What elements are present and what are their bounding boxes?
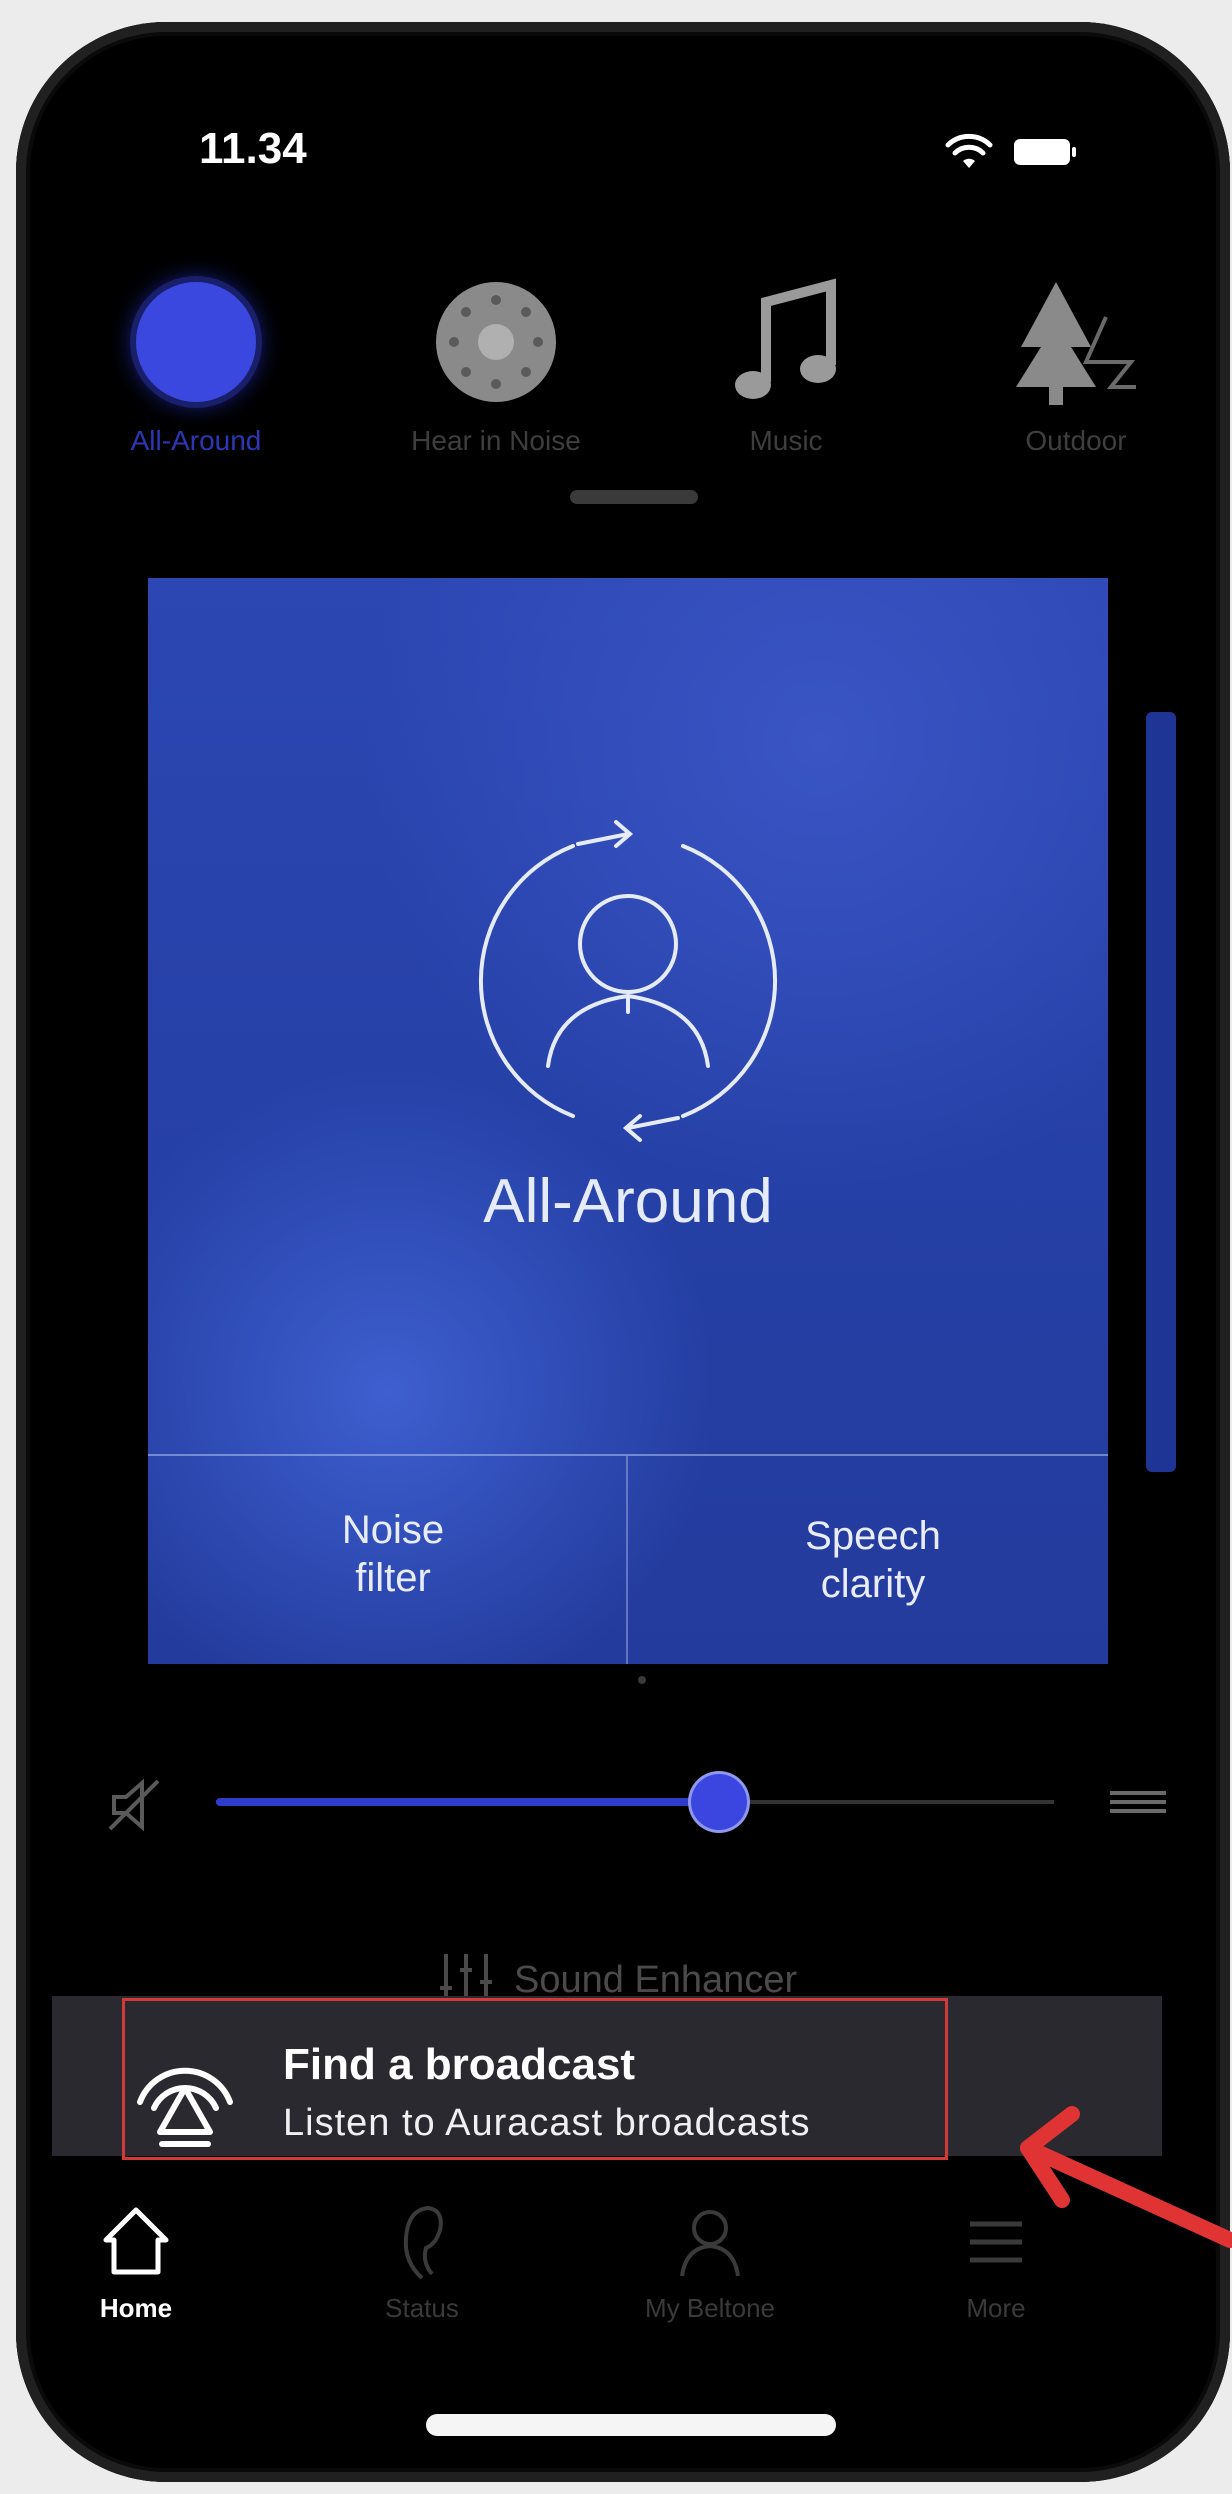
tab-my-beltone[interactable]: My Beltone xyxy=(610,2202,810,2324)
noise-filter-label: Noise xyxy=(341,1508,445,1552)
volume-slider[interactable] xyxy=(216,1774,1054,1830)
hearing-aid-icon xyxy=(403,2205,443,2280)
next-card-peek[interactable] xyxy=(1146,712,1176,1472)
page-indicator xyxy=(638,1676,646,1684)
program-label: Music xyxy=(749,425,823,456)
program-hear-in-noise[interactable]: Hear in Noise xyxy=(386,277,606,457)
program-card[interactable]: All-Around Noise filter Speech clarity xyxy=(148,578,1108,1664)
program-all-around[interactable]: All-Around xyxy=(86,277,306,457)
status-time: 11.34 xyxy=(199,124,307,173)
speech-clarity-label: Speech xyxy=(805,1514,941,1558)
tab-home[interactable]: Home xyxy=(36,2202,236,2324)
speech-clarity-label: clarity xyxy=(820,1562,926,1606)
drag-handle[interactable] xyxy=(570,490,698,504)
home-indicator[interactable] xyxy=(426,2414,836,2436)
noise-filter-button[interactable]: Noise filter xyxy=(243,1506,543,1602)
tree-icon xyxy=(1011,277,1141,407)
noise-filter-label: filter xyxy=(355,1556,431,1600)
program-label: Hear in Noise xyxy=(411,425,581,456)
volume-settings-icon[interactable] xyxy=(1110,1789,1166,1815)
all-around-person-icon xyxy=(478,820,778,1142)
card-divider xyxy=(626,1456,628,1664)
program-label: Outdoor xyxy=(1025,425,1127,456)
tab-label: Home xyxy=(99,2293,173,2323)
battery-icon xyxy=(1014,139,1076,165)
volume-control xyxy=(106,1767,1166,1837)
tab-label: My Beltone xyxy=(644,2293,776,2323)
program-music[interactable]: Music xyxy=(676,277,896,457)
person-icon xyxy=(680,2210,740,2277)
card-divider xyxy=(148,1454,1108,1456)
speech-clarity-button[interactable]: Speech clarity xyxy=(723,1512,1023,1608)
home-icon xyxy=(103,2207,169,2275)
program-outdoor[interactable]: Outdoor xyxy=(966,277,1186,457)
tab-label: Status xyxy=(385,2293,459,2323)
all-around-icon xyxy=(131,277,261,407)
wifi-icon xyxy=(945,133,993,168)
annotation-arrow-icon xyxy=(1020,2106,1232,2248)
volume-slider-fill xyxy=(216,1798,719,1806)
music-note-icon xyxy=(721,277,851,407)
volume-slider-knob[interactable] xyxy=(690,1774,747,1830)
tab-label: More xyxy=(966,2293,1026,2323)
program-selector: All-Around Hear in Noise Music Outdoor xyxy=(86,277,1166,477)
program-label: All-Around xyxy=(130,425,262,456)
status-icons xyxy=(944,132,1076,172)
hear-in-noise-icon xyxy=(431,277,561,407)
mute-icon[interactable] xyxy=(106,1775,166,1835)
program-card-title: All-Around xyxy=(483,1167,773,1236)
highlight-box xyxy=(122,1998,948,2160)
tab-status[interactable]: Status xyxy=(322,2202,522,2324)
